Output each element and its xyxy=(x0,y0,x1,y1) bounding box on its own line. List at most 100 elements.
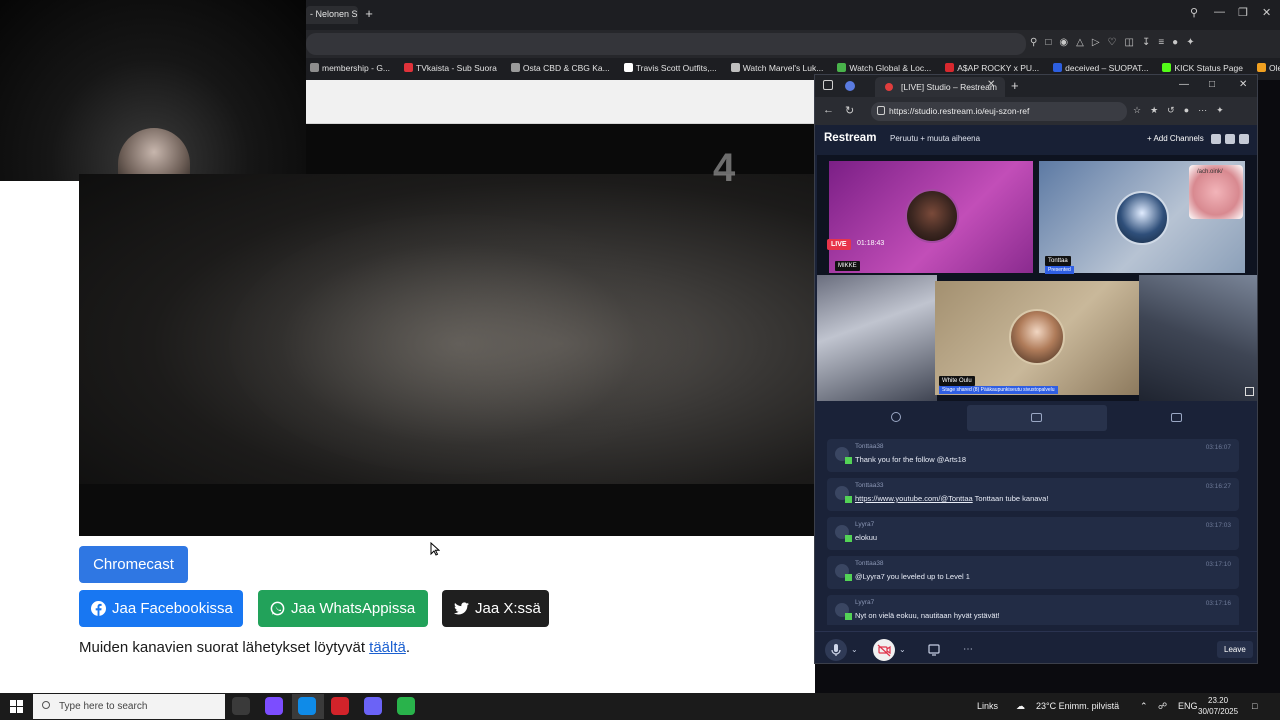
new-tab-icon[interactable]: + xyxy=(1011,78,1019,93)
restream-window: [LIVE] Studio – Restream ✕ + — □ ✕ ← ↻ h… xyxy=(814,74,1258,664)
maximize-icon[interactable]: ❐ xyxy=(1238,6,1248,19)
restream-tab[interactable]: [LIVE] Studio – Restream xyxy=(875,77,1005,97)
help-icon[interactable] xyxy=(1225,134,1235,144)
participant-name-tag: MIKKE xyxy=(835,261,860,271)
back-icon[interactable]: ← xyxy=(823,104,834,116)
bookmark-item[interactable]: Watch Marvel's Luk... xyxy=(730,63,824,75)
microphone-button[interactable] xyxy=(825,639,847,661)
reader-icon[interactable]: □ xyxy=(1045,37,1051,48)
profile-icon[interactable] xyxy=(845,81,855,91)
bookmark-favicon-icon xyxy=(623,63,633,72)
leave-button[interactable]: Leave xyxy=(1217,641,1253,658)
chat-text: elokuu xyxy=(855,533,877,542)
copilot-icon[interactable]: ✦ xyxy=(1216,105,1224,116)
menu-icon[interactable]: ≡ xyxy=(1158,37,1164,48)
favorite-icon[interactable]: ♡ xyxy=(1108,37,1117,48)
minimize-icon[interactable]: — xyxy=(1179,79,1189,90)
kick-app-icon[interactable] xyxy=(397,697,415,715)
people-icon xyxy=(891,412,901,422)
chat-message[interactable]: Tonttaa38 03:17:10 @Lyyra7 you leveled up … xyxy=(827,556,1239,589)
collections-icon[interactable]: ★ xyxy=(1150,105,1158,116)
share-x-button[interactable]: Jaa X:ssä xyxy=(442,590,549,627)
chat-message[interactable]: Tonttaa33 03:16:27 https://www.youtube.com… xyxy=(827,478,1239,511)
tray-overflow-icon[interactable]: ⌃ xyxy=(1140,701,1148,712)
add-channels-button[interactable]: + Add Channels xyxy=(1143,132,1208,145)
video-top-area xyxy=(306,124,814,181)
chromecast-button[interactable]: Chromecast xyxy=(79,546,188,583)
weather-widget[interactable]: 23°C Enimm. pilvistä xyxy=(1036,701,1119,711)
bookmark-label: Watch Marvel's Luk... xyxy=(742,63,824,73)
profile-icon[interactable]: ● xyxy=(1172,37,1178,48)
bookmark-item[interactable]: Travis Scott Outfits,... xyxy=(623,63,717,75)
close-window-icon[interactable]: ✕ xyxy=(1239,79,1247,90)
stream-title[interactable]: Peruutu + muuta aiheena xyxy=(890,134,980,143)
minimize-icon[interactable]: — xyxy=(1214,6,1225,18)
reload-icon[interactable]: ↻ xyxy=(845,104,854,117)
search-tabs-icon[interactable]: ⚲ xyxy=(1190,6,1198,19)
bookmark-item[interactable]: TVkaista - Sub Suora xyxy=(404,63,497,75)
other-channels-link[interactable]: täältä xyxy=(369,639,406,656)
zoom-icon[interactable]: ⚲ xyxy=(1030,37,1037,48)
fullscreen-icon[interactable] xyxy=(1245,387,1254,396)
bookmark-item[interactable]: Oleksandr Usyk vs D... xyxy=(1256,63,1280,75)
more-icon[interactable]: ⋯ xyxy=(1198,105,1207,116)
weather-icon[interactable]: ☁ xyxy=(1016,701,1025,712)
address-bar[interactable] xyxy=(306,33,1026,55)
shield-icon[interactable]: △ xyxy=(1076,37,1084,48)
bookmark-item[interactable]: membership - G... xyxy=(310,63,390,75)
tab-chat[interactable] xyxy=(967,405,1107,431)
account-icon[interactable] xyxy=(1239,134,1249,144)
opera-browser-icon[interactable] xyxy=(331,697,349,715)
studio-controls: ⌄ ⌄ ⋯ Leave xyxy=(815,631,1257,663)
chat-message[interactable]: Tonttaa38 03:16:07 Thank you for the follo… xyxy=(827,439,1239,472)
camera-options-icon[interactable]: ⌄ xyxy=(899,645,906,654)
restream-url-field[interactable]: https://studio.restream.io/euj-szon-ref xyxy=(871,102,1127,121)
network-icon[interactable]: ☍ xyxy=(1158,701,1167,712)
tab-people[interactable] xyxy=(827,405,967,431)
restream-toolbar-icons: ☆ ★ ↺ ● ⋯ ✦ xyxy=(1133,105,1224,116)
chat-body: elokuu xyxy=(855,533,878,542)
maximize-icon[interactable]: □ xyxy=(1209,79,1215,90)
close-tab-icon[interactable]: ✕ xyxy=(987,79,995,90)
tab-actions-icon[interactable] xyxy=(823,80,833,90)
chat-message[interactable]: Lyyra7 03:17:03 elokuu xyxy=(827,517,1239,550)
notifications-icon[interactable]: □ xyxy=(1252,701,1257,711)
share-screen-button[interactable] xyxy=(923,639,945,661)
play-icon[interactable]: ▷ xyxy=(1092,37,1100,48)
favorite-icon[interactable]: ☆ xyxy=(1133,105,1141,116)
avatar-icon[interactable]: ● xyxy=(1184,105,1189,116)
task-view-icon[interactable] xyxy=(232,697,250,715)
chat-link[interactable]: https://www.youtube.com/@Tonttaa xyxy=(855,494,973,503)
microphone-options-icon[interactable]: ⌄ xyxy=(851,645,858,654)
windows-start-icon[interactable] xyxy=(10,700,23,713)
system-clock[interactable]: 23.20 30/07/2025 xyxy=(1198,695,1238,717)
taskbar-search[interactable]: Type here to search xyxy=(33,694,225,719)
chat-username: Tonttaa33 xyxy=(855,482,884,489)
chat-timestamp: 03:17:03 xyxy=(1205,522,1231,529)
share-whatsapp-button[interactable]: Jaa WhatsAppissa xyxy=(258,590,428,627)
tab-comments[interactable] xyxy=(1107,405,1247,431)
history-icon[interactable]: ↺ xyxy=(1167,105,1175,116)
browser-tab[interactable]: - Nelonen Su xyxy=(306,6,358,24)
links-toolbar[interactable]: Links xyxy=(977,701,998,711)
copilot-app-icon[interactable] xyxy=(265,697,283,715)
edge-browser-icon[interactable] xyxy=(298,697,316,715)
live-recording-icon xyxy=(885,83,893,91)
share-facebook-button[interactable]: Jaa Facebookissa xyxy=(79,590,243,627)
settings-icon[interactable] xyxy=(1211,134,1221,144)
close-icon[interactable]: ✕ xyxy=(1262,6,1271,19)
bookmark-item[interactable]: Osta CBD & CBG Ka... xyxy=(510,63,610,75)
video-player[interactable] xyxy=(79,174,815,536)
chat-message[interactable]: Lyyra7 03:17:16 Nyt on vielä eokuu, nautit… xyxy=(827,595,1239,625)
download-icon[interactable]: ↧ xyxy=(1142,37,1150,48)
collections-icon[interactable]: ◫ xyxy=(1124,37,1133,48)
copilot-icon[interactable]: ✦ xyxy=(1186,37,1194,48)
discord-app-icon[interactable] xyxy=(364,697,382,715)
new-tab-icon[interactable]: + xyxy=(362,7,376,21)
extension-icon[interactable]: ◉ xyxy=(1059,37,1068,48)
share-whatsapp-label: Jaa WhatsAppissa xyxy=(291,600,416,617)
more-options-icon[interactable]: ⋯ xyxy=(957,639,979,661)
participant-tile-1[interactable] xyxy=(829,161,1033,273)
camera-off-button[interactable] xyxy=(873,639,895,661)
language-indicator[interactable]: ENG xyxy=(1178,701,1198,711)
